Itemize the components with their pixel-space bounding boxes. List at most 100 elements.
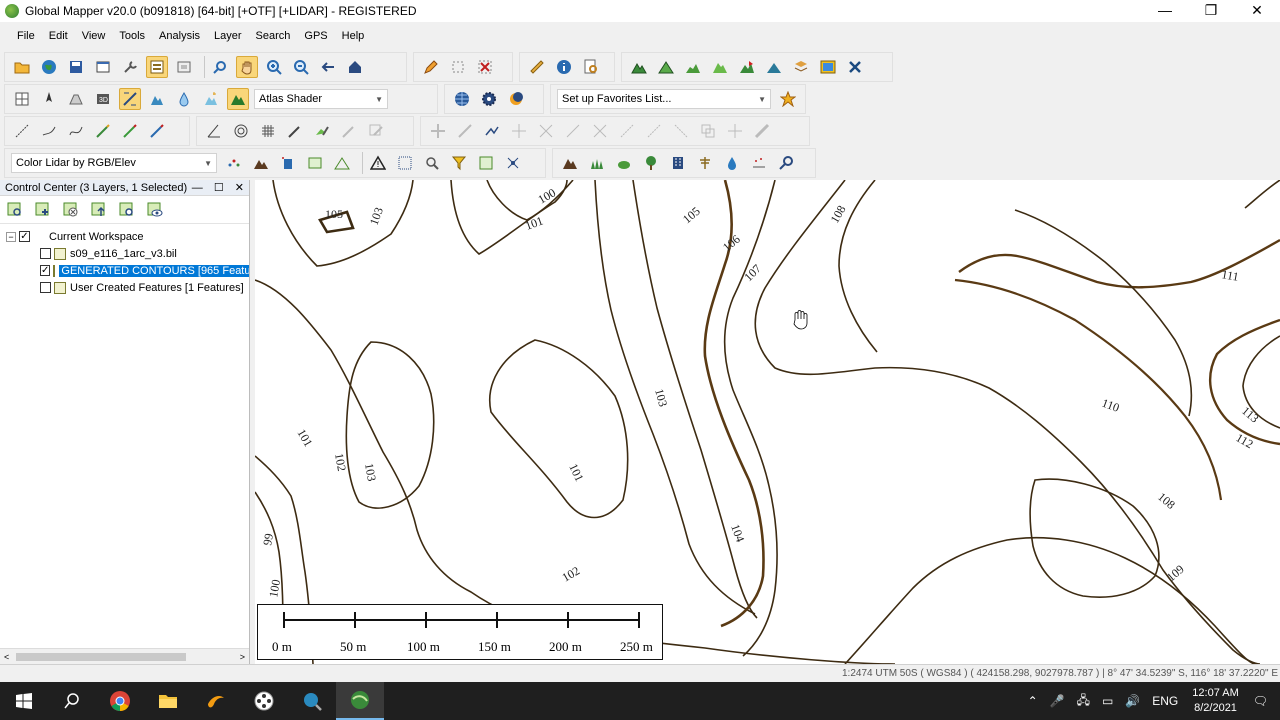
start-button[interactable] — [0, 682, 48, 720]
extract-search-button[interactable] — [775, 152, 797, 174]
full-view-button[interactable] — [344, 56, 366, 78]
extract-building-button[interactable] — [667, 152, 689, 174]
range-ring-button[interactable] — [230, 120, 252, 142]
back-button[interactable] — [317, 56, 339, 78]
3d-toggle-button[interactable] — [65, 88, 87, 110]
map-view[interactable]: 105 103 100 101 105 106 107 108 111 103 … — [255, 180, 1280, 664]
lidar-network-button[interactable] — [502, 152, 524, 174]
extract-water-button[interactable] — [721, 152, 743, 174]
media-app-taskbar-button[interactable] — [240, 682, 288, 720]
create-curve-button[interactable] — [65, 120, 87, 142]
favorites-select[interactable]: Set up Favorites List... ▼ — [557, 89, 771, 109]
menu-edit[interactable]: Edit — [49, 30, 68, 42]
overlay-control-button[interactable] — [92, 56, 114, 78]
move-vertex-button[interactable] — [508, 120, 530, 142]
shader-select[interactable]: Atlas Shader ▼ — [254, 89, 388, 109]
vertical-exaggeration-button[interactable] — [119, 88, 141, 110]
terrain-button[interactable] — [628, 56, 650, 78]
extract-grass-button[interactable] — [586, 152, 608, 174]
3d-view-button[interactable] — [763, 56, 785, 78]
delete-feature-button[interactable] — [474, 56, 496, 78]
chrome-taskbar-button[interactable] — [96, 682, 144, 720]
trim-button[interactable] — [589, 120, 611, 142]
menu-analysis[interactable]: Analysis — [159, 30, 200, 42]
extract-noise-button[interactable] — [748, 152, 770, 174]
north-arrow-button[interactable] — [38, 88, 60, 110]
disable-button[interactable] — [844, 56, 866, 78]
split-button[interactable] — [562, 120, 584, 142]
extract-tree-button[interactable] — [640, 152, 662, 174]
vertex-add-button[interactable] — [616, 120, 638, 142]
network-icon[interactable]: 🖧 — [1077, 691, 1090, 712]
water-level-button[interactable] — [146, 88, 168, 110]
language-indicator[interactable]: ENG — [1152, 694, 1178, 708]
menu-gps[interactable]: GPS — [304, 30, 327, 42]
pan-tool-button[interactable] — [236, 56, 258, 78]
global-mapper-search-taskbar-button[interactable] — [288, 682, 336, 720]
close-panel-button[interactable]: ✕ — [235, 182, 244, 194]
save-button[interactable] — [65, 56, 87, 78]
scroll-left-arrow[interactable]: < — [4, 652, 9, 662]
lidar-select-button[interactable] — [475, 152, 497, 174]
pin-panel-button[interactable]: — — [192, 182, 203, 194]
move-button[interactable] — [427, 120, 449, 142]
lighting-button[interactable] — [200, 88, 222, 110]
notifications-icon[interactable]: 🗨 — [1253, 694, 1268, 708]
watershed-button[interactable] — [709, 56, 731, 78]
create-line-button[interactable] — [11, 120, 33, 142]
global-mapper-taskbar-button[interactable] — [336, 682, 384, 720]
digitizer-button[interactable] — [173, 56, 195, 78]
feature-info-button[interactable] — [553, 56, 575, 78]
lidar-search-button[interactable] — [421, 152, 443, 174]
float-panel-button[interactable]: ☐ — [214, 182, 224, 194]
layout-button[interactable] — [11, 88, 33, 110]
lidar-warning-button[interactable] — [367, 152, 389, 174]
path-profile-button[interactable] — [580, 56, 602, 78]
layer-zoom-icon[interactable] — [118, 201, 136, 219]
pen-red-button[interactable] — [146, 120, 168, 142]
volume-button[interactable] — [682, 56, 704, 78]
extract-powerline-button[interactable] — [694, 152, 716, 174]
lidar-classify-button[interactable] — [331, 152, 353, 174]
measure-button[interactable] — [526, 56, 548, 78]
pen-green-button[interactable] — [119, 120, 141, 142]
disabled-edit-button[interactable] — [365, 120, 387, 142]
chevron-up-icon[interactable]: ⌃ — [1028, 694, 1038, 708]
lidar-points-button[interactable] — [223, 152, 245, 174]
configure-button[interactable] — [119, 56, 141, 78]
copy-feature-button[interactable] — [697, 120, 719, 142]
lidar-terrain-button[interactable] — [250, 152, 272, 174]
layer-checkbox[interactable] — [40, 282, 51, 293]
minimize-button[interactable]: — — [1142, 0, 1188, 22]
layer-remove-icon[interactable] — [62, 201, 80, 219]
crosshair-button[interactable] — [724, 120, 746, 142]
create-path-button[interactable] — [38, 120, 60, 142]
online-data-button[interactable] — [38, 56, 60, 78]
shader-options-button[interactable] — [227, 88, 249, 110]
settings-button[interactable] — [478, 88, 500, 110]
tree-row-workspace[interactable]: − ✓ Current Workspace — [6, 228, 249, 245]
create-area-button[interactable] — [92, 120, 114, 142]
edit-pencil-button[interactable] — [420, 56, 442, 78]
open-folder-button[interactable] — [11, 56, 33, 78]
grid-button[interactable] — [257, 120, 279, 142]
layer-add-icon[interactable] — [34, 201, 52, 219]
tree-row-layer[interactable]: ✓ GENERATED CONTOURS [965 Features] — [6, 262, 249, 279]
file-explorer-taskbar-button[interactable] — [144, 682, 192, 720]
pen-tool-button[interactable] — [284, 120, 306, 142]
menu-tools[interactable]: Tools — [119, 30, 145, 42]
lidar-profile-button[interactable] — [304, 152, 326, 174]
select-area-button[interactable] — [447, 56, 469, 78]
volume-icon[interactable]: 🔊 — [1125, 694, 1140, 708]
control-center-button[interactable] — [146, 56, 168, 78]
lidar-filter-button[interactable] — [448, 152, 470, 174]
workspace-checkbox[interactable]: ✓ — [19, 231, 30, 242]
menu-view[interactable]: View — [82, 30, 106, 42]
zoom-out-button[interactable] — [290, 56, 312, 78]
menu-help[interactable]: Help — [342, 30, 365, 42]
extract-shrub-button[interactable] — [613, 152, 635, 174]
zoom-in-button[interactable] — [263, 56, 285, 78]
menu-search[interactable]: Search — [256, 30, 291, 42]
area-edit-button[interactable] — [311, 120, 333, 142]
horizontal-scrollbar[interactable]: < > — [0, 648, 249, 664]
